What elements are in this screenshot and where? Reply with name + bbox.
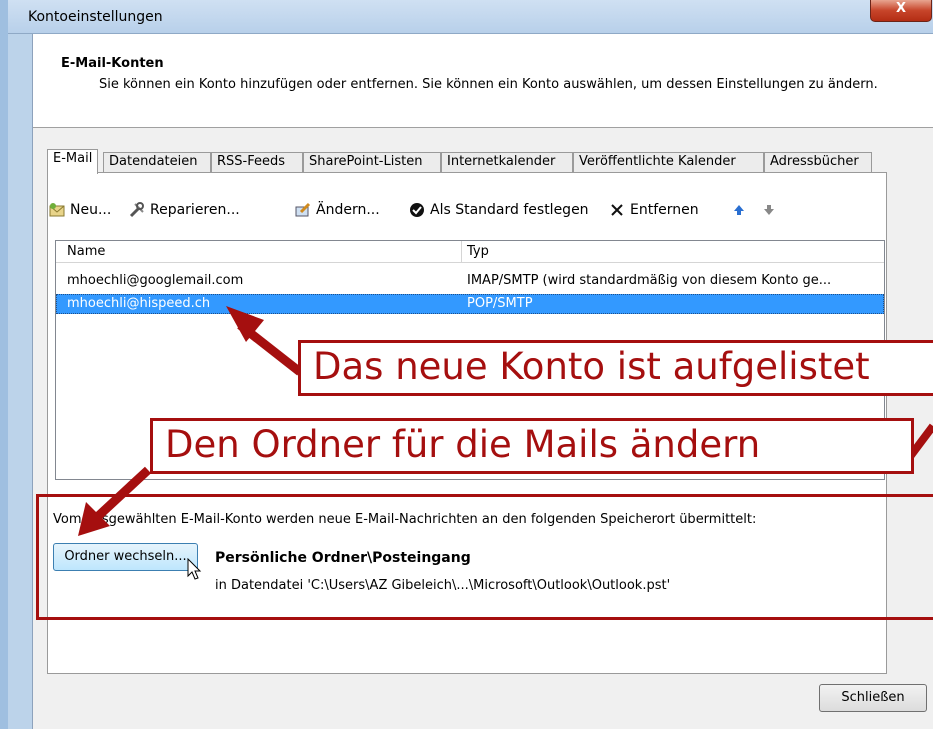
dialog-header: E-Mail-Konten Sie können ein Konto hinzu… <box>33 34 933 128</box>
account-name: mhoechli@googlemail.com <box>67 273 244 288</box>
callout-change-folder: Den Ordner für die Mails ändern <box>150 418 914 474</box>
arrow-down-icon <box>764 205 774 215</box>
title-bar[interactable]: Kontoeinstellungen X <box>8 0 933 34</box>
change-label: Ändern... <box>316 202 380 218</box>
tab-rss-feeds[interactable]: RSS-Feeds <box>211 152 303 173</box>
arrow-up-icon <box>734 205 744 215</box>
table-row[interactable]: mhoechli@googlemail.com IMAP/SMTP (wird … <box>56 271 884 291</box>
checkmark-circle-icon <box>410 203 424 217</box>
close-window-button[interactable]: X <box>870 0 932 22</box>
close-icon: X <box>895 1 907 16</box>
section-title: E-Mail-Konten <box>61 56 164 71</box>
account-name: mhoechli@hispeed.ch <box>67 296 211 311</box>
new-account-label: Neu... <box>70 202 112 218</box>
column-divider[interactable] <box>461 241 462 263</box>
set-default-button[interactable]: Als Standard festlegen <box>409 202 589 218</box>
close-button[interactable]: Schließen <box>819 684 927 712</box>
section-description: Sie können ein Konto hinzufügen oder ent… <box>99 77 878 92</box>
remove-x-icon <box>611 204 623 216</box>
change-account-icon <box>295 202 311 217</box>
tab-internet-calendars[interactable]: Internetkalender <box>441 152 573 173</box>
move-up-button[interactable] <box>731 202 747 218</box>
callout-new-account: Das neue Konto ist aufgelistet <box>298 340 933 396</box>
annotation-highlight-box <box>36 494 933 620</box>
tab-sharepoint-lists[interactable]: SharePoint-Listen <box>303 152 441 173</box>
list-header: Name Typ <box>56 241 884 263</box>
window-title: Kontoeinstellungen <box>28 9 163 25</box>
move-down-button[interactable] <box>761 202 777 218</box>
tab-email[interactable]: E-Mail <box>47 149 98 174</box>
repair-button[interactable]: Reparieren... <box>129 202 240 218</box>
table-row[interactable]: mhoechli@hispeed.ch POP/SMTP <box>56 294 884 314</box>
column-header-name[interactable]: Name <box>67 244 105 259</box>
account-type: IMAP/SMTP (wird standardmäßig von diesem… <box>467 273 832 288</box>
new-mail-icon <box>49 203 65 217</box>
set-default-label: Als Standard festlegen <box>430 202 589 218</box>
account-type: POP/SMTP <box>467 296 533 311</box>
repair-label: Reparieren... <box>150 202 240 218</box>
remove-button[interactable]: Entfernen <box>609 202 699 218</box>
tab-data-files[interactable]: Datendateien <box>103 152 211 173</box>
change-button[interactable]: Ändern... <box>295 202 380 218</box>
remove-label: Entfernen <box>630 202 699 218</box>
new-account-button[interactable]: Neu... <box>49 202 111 218</box>
tab-address-books[interactable]: Adressbücher <box>764 152 872 173</box>
tab-published-calendars[interactable]: Veröffentlichte Kalender <box>573 152 764 173</box>
column-header-type[interactable]: Typ <box>467 244 489 259</box>
tools-icon <box>129 202 144 218</box>
